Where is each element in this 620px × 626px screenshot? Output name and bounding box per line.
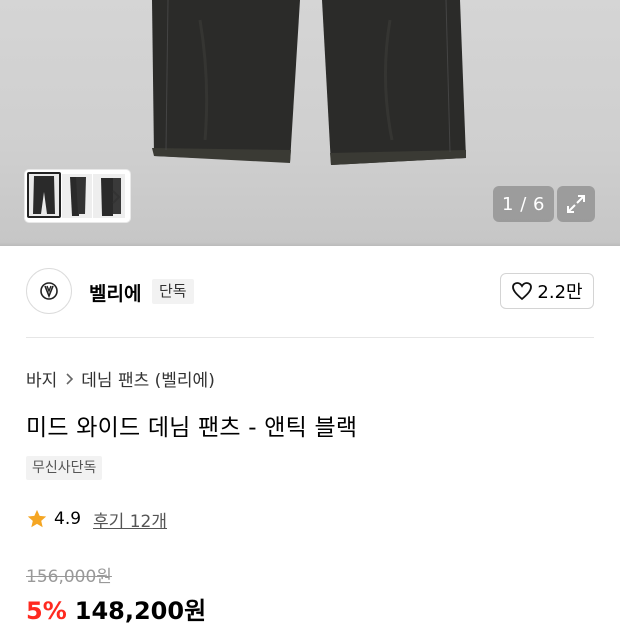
product-image-gallery[interactable]: 1 / 6 xyxy=(0,0,620,246)
brand-name[interactable]: 벨리에 xyxy=(89,279,141,306)
review-count-link[interactable]: 후기 12개 xyxy=(93,507,167,532)
brand-logo-icon[interactable] xyxy=(26,268,72,314)
rating-value: 4.9 xyxy=(54,509,82,529)
chevron-right-icon xyxy=(66,372,74,385)
rating-row: 4.9 후기 12개 xyxy=(26,506,167,532)
image-counter: 1 / 6 xyxy=(493,186,554,222)
price-row: 5% 148,200원 xyxy=(26,591,206,626)
product-title: 미드 와이드 데님 팬츠 - 앤틱 블랙 xyxy=(26,415,358,441)
thumbnail-1[interactable] xyxy=(27,172,61,218)
expand-button[interactable] xyxy=(557,186,595,222)
like-count: 2.2만 xyxy=(537,282,583,303)
breadcrumb: 바지 데님 팬츠 (벨리에) xyxy=(26,366,215,391)
breadcrumb-item-category[interactable]: 바지 xyxy=(26,366,57,391)
heart-outline-icon xyxy=(512,282,533,301)
chevron-right-icon[interactable] xyxy=(108,188,124,206)
discount-rate: 5% xyxy=(26,597,67,625)
divider xyxy=(26,337,594,338)
exclusive-badge: 무신사단독 xyxy=(26,456,103,480)
original-price: 156,000원 xyxy=(26,567,112,587)
like-button[interactable]: 2.2만 xyxy=(500,273,594,309)
thumbnail-2[interactable] xyxy=(62,174,92,218)
sale-price: 148,200원 xyxy=(74,597,207,625)
star-icon xyxy=(27,509,47,528)
brand-row: 벨리에 단독 2.2만 xyxy=(0,246,620,338)
brand-exclusive-tag: 단독 xyxy=(152,279,194,304)
breadcrumb-item-subcategory[interactable]: 데님 팬츠 (벨리에) xyxy=(81,366,215,391)
expand-icon xyxy=(567,195,585,213)
